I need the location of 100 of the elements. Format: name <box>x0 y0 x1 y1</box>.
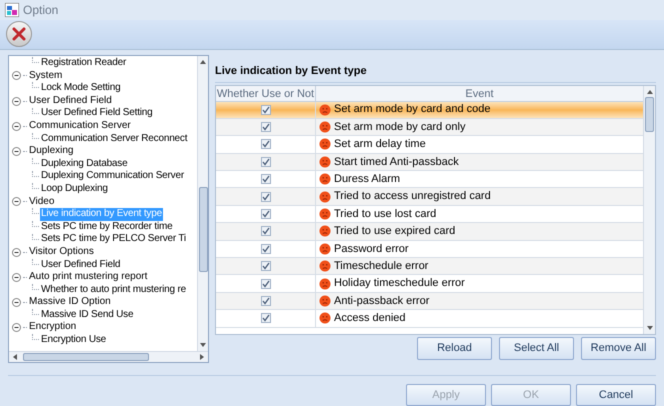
scroll-right-icon[interactable] <box>199 354 205 360</box>
checkbox[interactable] <box>260 156 270 167</box>
column-header[interactable]: Event <box>316 86 643 100</box>
table-cell-text: Tried to use lost card <box>334 206 436 222</box>
tree-item[interactable]: Whether to auto print mustering re <box>40 284 187 296</box>
table-cell-text: Set arm delay time <box>334 137 426 152</box>
sad-face-icon <box>319 190 331 203</box>
checkbox[interactable] <box>260 192 270 202</box>
tree-item[interactable]: Loop Duplexing <box>40 182 109 196</box>
table-action-button[interactable]: Remove All <box>581 336 656 360</box>
table-cell-text: Anti-passback error <box>334 294 430 309</box>
sad-face-icon <box>319 104 331 116</box>
close-icon <box>12 27 26 42</box>
table-cell-text: Access denied <box>334 311 406 326</box>
section-title: Live indication by Event type <box>215 63 656 82</box>
tree-item[interactable]: Duplexing Communication Server <box>40 170 185 183</box>
table-row[interactable]: Password error <box>216 240 643 258</box>
table-row[interactable]: Set arm delay time <box>216 136 643 154</box>
scrollbar-thumb[interactable] <box>23 353 149 361</box>
tree-item[interactable]: Registration Reader <box>40 57 128 70</box>
checkbox[interactable] <box>260 139 270 150</box>
tree-item[interactable]: Sets PC time by PELCO Server Ti <box>40 233 187 246</box>
sad-face-icon <box>319 156 331 168</box>
checkbox[interactable] <box>260 122 270 132</box>
tree-item[interactable]: Lock Mode Setting <box>40 82 122 95</box>
table-row[interactable]: Tried to use lost card <box>216 206 643 224</box>
sad-face-icon <box>319 173 331 186</box>
table-row[interactable]: Start timed Anti-passback <box>216 154 643 172</box>
scroll-left-icon[interactable] <box>12 354 18 360</box>
table-row[interactable]: Tried to access unregistred card <box>216 188 643 206</box>
sad-face-icon <box>319 278 331 290</box>
checkbox[interactable] <box>260 296 270 306</box>
tree-group[interactable]: System <box>29 70 62 82</box>
collapse-icon[interactable] <box>12 248 21 257</box>
checkbox[interactable] <box>260 226 270 236</box>
tree-group[interactable]: User Defined Field <box>29 94 112 108</box>
tree-item[interactable]: Duplexing Database <box>40 158 128 170</box>
checkbox[interactable] <box>260 174 270 184</box>
vertical-scrollbar[interactable] <box>643 86 655 334</box>
close-button[interactable] <box>6 21 32 48</box>
collapse-icon[interactable] <box>12 71 21 80</box>
tree-group[interactable]: Duplexing <box>29 145 74 158</box>
table-row[interactable]: Duress Alarm <box>216 171 643 188</box>
tree-group[interactable]: Communication Server <box>29 120 131 133</box>
checkbox[interactable] <box>260 104 270 115</box>
table-row[interactable]: Timeschedule error <box>216 258 643 276</box>
table-action-button[interactable]: Select All <box>499 336 574 360</box>
table-cell-text: Tried to use expired card <box>334 224 456 240</box>
sad-face-icon <box>319 242 331 255</box>
dialog-button[interactable]: Cancel <box>576 384 656 406</box>
table-cell-text: Password error <box>334 242 409 257</box>
tree-item[interactable]: Massive ID Send Use <box>40 308 134 322</box>
collapse-icon[interactable] <box>12 272 21 282</box>
table-action-button[interactable]: Reload <box>417 336 492 360</box>
tree-group[interactable]: Video <box>29 196 54 208</box>
table-cell-text: Duress Alarm <box>334 172 400 188</box>
collapse-icon[interactable] <box>12 323 21 332</box>
collapse-icon[interactable] <box>12 298 21 308</box>
table-row[interactable]: Set arm mode by card only <box>216 118 643 136</box>
tree-item[interactable]: User Defined Field Setting <box>40 107 154 120</box>
table-cell-text: Timeschedule error <box>334 258 428 274</box>
horizontal-scrollbar[interactable] <box>9 351 208 362</box>
table-cell-text: Holiday timeschedule error <box>334 276 465 292</box>
tree-group[interactable]: Visitor Options <box>29 246 94 258</box>
scroll-down-icon[interactable] <box>200 342 206 348</box>
collapse-icon[interactable] <box>12 96 21 106</box>
tree-item[interactable]: Encryption Use <box>40 334 108 347</box>
collapse-icon[interactable] <box>12 197 21 206</box>
sad-face-icon <box>319 312 331 324</box>
column-header[interactable]: Whether Use or Not <box>216 86 316 100</box>
table-row[interactable]: Access denied <box>216 310 643 328</box>
sad-face-icon <box>319 294 331 307</box>
tree-group[interactable]: Auto print mustering report <box>29 271 148 284</box>
tree-item[interactable]: Sets PC time by Recorder time <box>40 220 174 234</box>
checkbox[interactable] <box>260 209 270 220</box>
table-row[interactable]: Anti-passback error <box>216 292 643 310</box>
table-row[interactable]: Holiday timeschedule error <box>216 275 643 293</box>
collapse-icon[interactable] <box>12 146 21 156</box>
table-cell-text: Tried to access unregistred card <box>334 189 491 204</box>
scroll-up-icon[interactable] <box>646 88 652 94</box>
checkbox[interactable] <box>260 261 270 272</box>
tree-item[interactable]: Communication Server Reconnect <box>40 132 188 146</box>
sad-face-icon <box>319 208 331 220</box>
checkbox[interactable] <box>260 278 270 289</box>
checkbox[interactable] <box>260 244 270 254</box>
scrollbar-thumb[interactable] <box>198 187 208 272</box>
table-row[interactable]: Set arm mode by card and code <box>216 102 643 119</box>
checkbox[interactable] <box>260 313 270 324</box>
table-row[interactable]: Tried to use expired card <box>216 223 643 241</box>
vertical-scrollbar[interactable] <box>197 56 208 351</box>
sad-face-icon <box>319 121 331 134</box>
tree-item[interactable]: User Defined Field <box>40 258 122 272</box>
tree-group[interactable]: Encryption <box>29 321 76 334</box>
window-title: Option <box>23 2 58 19</box>
scrollbar-thumb[interactable] <box>645 96 654 132</box>
table-cell-text: Set arm mode by card and code <box>334 102 491 118</box>
scroll-down-icon[interactable] <box>646 324 652 330</box>
collapse-icon[interactable] <box>12 122 21 131</box>
scroll-up-icon[interactable] <box>200 59 206 65</box>
tree-group[interactable]: Massive ID Option <box>29 296 111 309</box>
